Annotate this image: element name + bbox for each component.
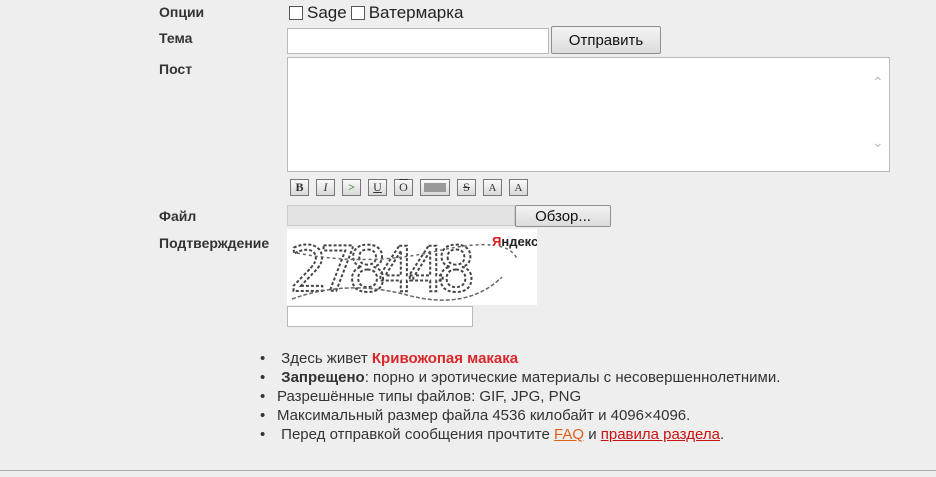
file-path-field[interactable] [287,205,515,226]
rule-home: Здесь живет Кривожопая макака [260,349,780,368]
underline-button[interactable]: U [368,179,387,196]
captcha-digits: 278448 [289,233,472,305]
sage-checkbox[interactable] [289,6,303,20]
captcha-input[interactable] [287,306,473,327]
divider [0,470,936,471]
submit-button[interactable]: Отправить [551,26,661,54]
svg-text:Я: Я [492,234,501,249]
subject-input[interactable] [287,28,549,54]
watermark-checkbox[interactable] [350,6,365,20]
post-textarea[interactable]: ⌃ ⌄ [287,57,890,172]
rule-filesize: Максимальный размер файла 4536 килобайт … [260,406,780,425]
rule-read-first: Перед отправкой сообщения прочтите FAQ и… [260,425,780,444]
scroll-up-icon[interactable]: ⌃ [872,74,884,91]
and-text: и [584,426,601,443]
captcha-image[interactable]: 278448 Яндекс Я [287,229,538,307]
rule-filetypes: Разрешённые типы файлов: GIF, JPG, PNG [260,387,780,406]
strike-button[interactable]: S [457,179,476,196]
forbidden-label: Запрещено [281,369,365,386]
format-toolbar: B I > U O S A A [290,179,528,196]
bold-button[interactable]: B [290,179,309,196]
superscript-button[interactable]: A [509,179,528,196]
section-rules-link[interactable]: правила раздела [601,426,720,443]
post-label: Пост [159,61,193,77]
rule-forbidden: Запрещено: порно и эротические материалы… [260,368,780,387]
options-row: Sage Ватермарка [289,3,464,23]
sage-label: Sage [307,3,347,22]
board-name: Кривожопая макака [371,350,519,367]
rules-list: Здесь живет Кривожопая макака Запрещено:… [260,349,780,444]
watermark-label: Ватермарка [368,3,464,22]
forbidden-text: : порно и эротические материалы с несове… [364,369,781,386]
faq-link[interactable]: FAQ [554,426,584,443]
scroll-down-icon[interactable]: ⌄ [872,134,884,151]
subscript-button[interactable]: A [483,179,502,196]
italic-button[interactable]: I [316,179,335,196]
captcha-graphic: 278448 Яндекс Я [288,232,538,307]
browse-button[interactable]: Обзор... [515,205,611,227]
quote-button[interactable]: > [342,179,361,196]
period-text: . [719,426,725,443]
options-label: Опции [159,4,205,20]
post-scrollbar[interactable]: ⌃ ⌄ [868,58,889,171]
file-label: Файл [159,208,197,224]
spoiler-bar-icon [424,183,446,192]
spoiler-button[interactable] [420,179,450,196]
overline-button[interactable]: O [394,179,413,196]
rule-home-text: Здесь живет [281,350,372,367]
read-first-text: Перед отправкой сообщения прочтите [281,426,555,443]
subject-label: Тема [159,30,193,46]
confirm-label: Подтверждение [159,235,270,251]
